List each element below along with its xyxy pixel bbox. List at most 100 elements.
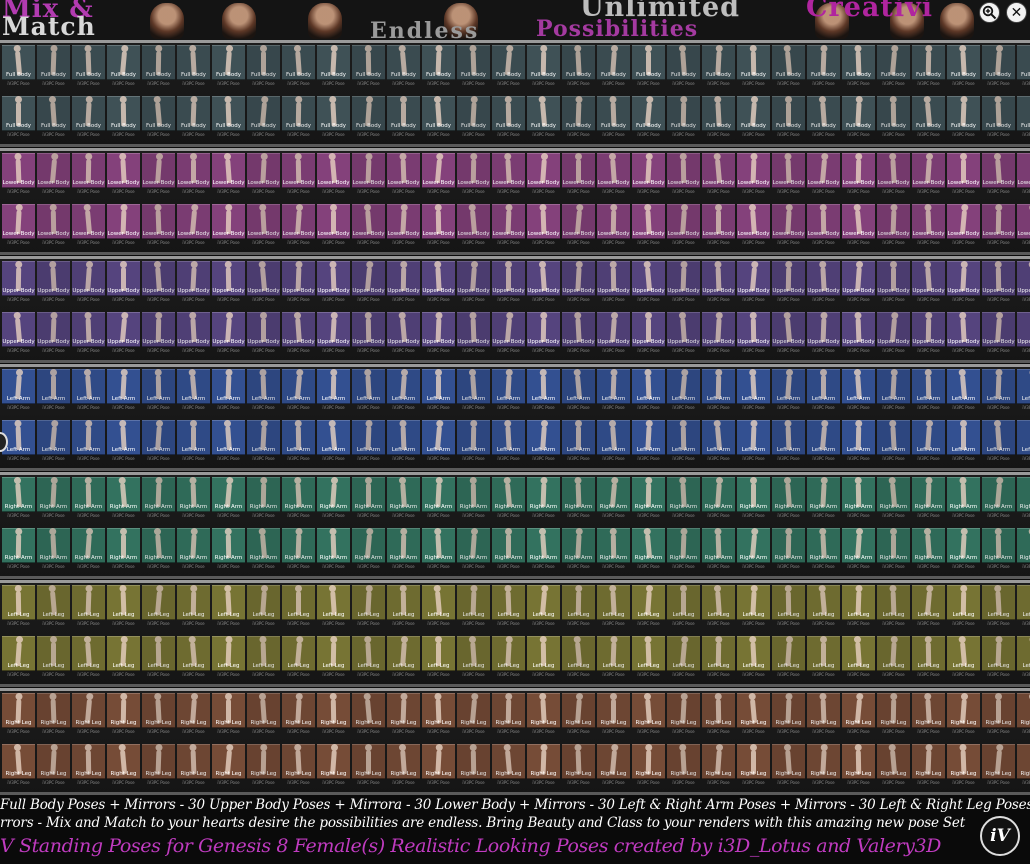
pose-thumbnail[interactable]: Lower Body (1017, 153, 1030, 188)
pose-thumbnail[interactable]: Lower Body (737, 204, 770, 239)
pose-thumbnail[interactable]: Right Leg (212, 693, 245, 728)
pose-thumbnail[interactable]: Right Leg (912, 744, 945, 779)
pose-thumbnail[interactable]: Lower Body (317, 153, 350, 188)
pose-thumbnail[interactable]: Right Arm (632, 477, 665, 512)
pose-thumbnail[interactable]: Right Arm (667, 528, 700, 563)
pose-thumbnail[interactable]: Full Body (422, 96, 455, 131)
pose-thumbnail[interactable]: Lower Body (842, 153, 875, 188)
pose-thumbnail[interactable]: Full Body (1017, 96, 1030, 131)
pose-thumbnail[interactable]: Right Leg (982, 744, 1015, 779)
pose-thumbnail[interactable]: Full Body (947, 45, 980, 80)
pose-thumbnail[interactable]: Right Arm (282, 477, 315, 512)
pose-thumbnail[interactable]: Upper Body (142, 312, 175, 347)
pose-thumbnail[interactable]: Upper Body (212, 261, 245, 296)
pose-thumbnail[interactable]: Left Leg (702, 636, 735, 671)
pose-thumbnail[interactable]: Upper Body (772, 312, 805, 347)
pose-thumbnail[interactable]: Full Body (1017, 45, 1030, 80)
pose-thumbnail[interactable]: Right Arm (737, 477, 770, 512)
pose-thumbnail[interactable]: Right Arm (2, 477, 35, 512)
pose-thumbnail[interactable]: Right Arm (842, 477, 875, 512)
pose-thumbnail[interactable]: Left Arm (737, 420, 770, 455)
pose-thumbnail[interactable]: Right Leg (37, 693, 70, 728)
pose-thumbnail[interactable]: Right Arm (457, 528, 490, 563)
pose-thumbnail[interactable]: Right Arm (947, 528, 980, 563)
pose-thumbnail[interactable]: Upper Body (422, 261, 455, 296)
pose-thumbnail[interactable]: Left Arm (562, 420, 595, 455)
pose-thumbnail[interactable]: Right Leg (877, 744, 910, 779)
pose-thumbnail[interactable]: Left Arm (387, 420, 420, 455)
pose-thumbnail[interactable]: Right Leg (632, 693, 665, 728)
pose-thumbnail[interactable]: Full Body (737, 45, 770, 80)
pose-thumbnail[interactable]: Left Leg (527, 585, 560, 620)
pose-thumbnail[interactable]: Lower Body (2, 204, 35, 239)
pose-thumbnail[interactable]: Lower Body (457, 153, 490, 188)
pose-thumbnail[interactable]: Lower Body (387, 153, 420, 188)
pose-thumbnail[interactable]: Full Body (212, 45, 245, 80)
pose-thumbnail[interactable]: Right Leg (317, 693, 350, 728)
pose-thumbnail[interactable]: Full Body (562, 96, 595, 131)
pose-thumbnail[interactable]: Lower Body (597, 204, 630, 239)
pose-thumbnail[interactable]: Left Leg (842, 636, 875, 671)
pose-thumbnail[interactable]: Full Body (737, 96, 770, 131)
pose-thumbnail[interactable]: Right Leg (177, 693, 210, 728)
pose-thumbnail[interactable]: Upper Body (352, 261, 385, 296)
pose-thumbnail[interactable]: Upper Body (982, 312, 1015, 347)
pose-thumbnail[interactable]: Full Body (912, 96, 945, 131)
pose-thumbnail[interactable]: Right Leg (107, 693, 140, 728)
pose-thumbnail[interactable]: Right Arm (667, 477, 700, 512)
pose-thumbnail[interactable]: Upper Body (807, 312, 840, 347)
pose-thumbnail[interactable]: Right Leg (142, 693, 175, 728)
pose-thumbnail[interactable]: Left Arm (352, 420, 385, 455)
pose-thumbnail[interactable]: Upper Body (562, 312, 595, 347)
pose-thumbnail[interactable]: Right Leg (772, 693, 805, 728)
pose-thumbnail[interactable]: Lower Body (877, 153, 910, 188)
pose-thumbnail[interactable]: Full Body (807, 96, 840, 131)
pose-thumbnail[interactable]: Left Arm (37, 369, 70, 404)
pose-thumbnail[interactable]: Left Arm (772, 420, 805, 455)
pose-thumbnail[interactable]: Left Arm (107, 420, 140, 455)
pose-thumbnail[interactable]: Right Arm (982, 477, 1015, 512)
pose-thumbnail[interactable]: Right Arm (702, 477, 735, 512)
pose-thumbnail[interactable]: Full Body (177, 45, 210, 80)
pose-thumbnail[interactable]: Right Arm (387, 528, 420, 563)
pose-thumbnail[interactable]: Right Arm (807, 528, 840, 563)
pose-thumbnail[interactable]: Right Arm (352, 477, 385, 512)
pose-thumbnail[interactable]: Lower Body (107, 153, 140, 188)
pose-thumbnail[interactable]: Left Leg (282, 585, 315, 620)
pose-thumbnail[interactable]: Upper Body (177, 261, 210, 296)
pose-thumbnail[interactable]: Left Leg (877, 585, 910, 620)
pose-thumbnail[interactable]: Right Arm (562, 477, 595, 512)
pose-thumbnail[interactable]: Left Leg (317, 636, 350, 671)
pose-thumbnail[interactable]: Full Body (352, 96, 385, 131)
pose-thumbnail[interactable]: Lower Body (597, 153, 630, 188)
pose-thumbnail[interactable]: Full Body (527, 45, 560, 80)
pose-thumbnail[interactable]: Right Leg (457, 744, 490, 779)
pose-thumbnail[interactable]: Right Arm (2, 528, 35, 563)
pose-thumbnail[interactable]: Left Leg (947, 636, 980, 671)
pose-thumbnail[interactable]: Left Arm (562, 369, 595, 404)
pose-thumbnail[interactable]: Lower Body (842, 204, 875, 239)
pose-thumbnail[interactable]: Left Leg (597, 636, 630, 671)
pose-thumbnail[interactable]: Right Arm (37, 477, 70, 512)
pose-thumbnail[interactable]: Right Leg (1017, 744, 1030, 779)
pose-thumbnail[interactable]: Full Body (597, 45, 630, 80)
pose-thumbnail[interactable]: Full Body (317, 96, 350, 131)
pose-thumbnail[interactable]: Left Arm (982, 420, 1015, 455)
pose-thumbnail[interactable]: Left Arm (492, 420, 525, 455)
pose-thumbnail[interactable]: Lower Body (212, 153, 245, 188)
pose-thumbnail[interactable]: Left Arm (282, 369, 315, 404)
pose-thumbnail[interactable]: Left Arm (877, 420, 910, 455)
pose-thumbnail[interactable]: Full Body (772, 96, 805, 131)
pose-thumbnail[interactable]: Left Leg (492, 585, 525, 620)
pose-thumbnail[interactable]: Right Arm (527, 528, 560, 563)
pose-thumbnail[interactable]: Upper Body (1017, 312, 1030, 347)
pose-thumbnail[interactable]: Left Arm (527, 369, 560, 404)
pose-thumbnail[interactable]: Lower Body (702, 153, 735, 188)
pose-thumbnail[interactable]: Right Leg (562, 693, 595, 728)
pose-thumbnail[interactable]: Full Body (492, 45, 525, 80)
pose-thumbnail[interactable]: Left Leg (632, 636, 665, 671)
pose-thumbnail[interactable]: Right Leg (807, 693, 840, 728)
pose-thumbnail[interactable]: Lower Body (877, 204, 910, 239)
pose-thumbnail[interactable]: Upper Body (667, 312, 700, 347)
pose-thumbnail[interactable]: Right Leg (527, 744, 560, 779)
